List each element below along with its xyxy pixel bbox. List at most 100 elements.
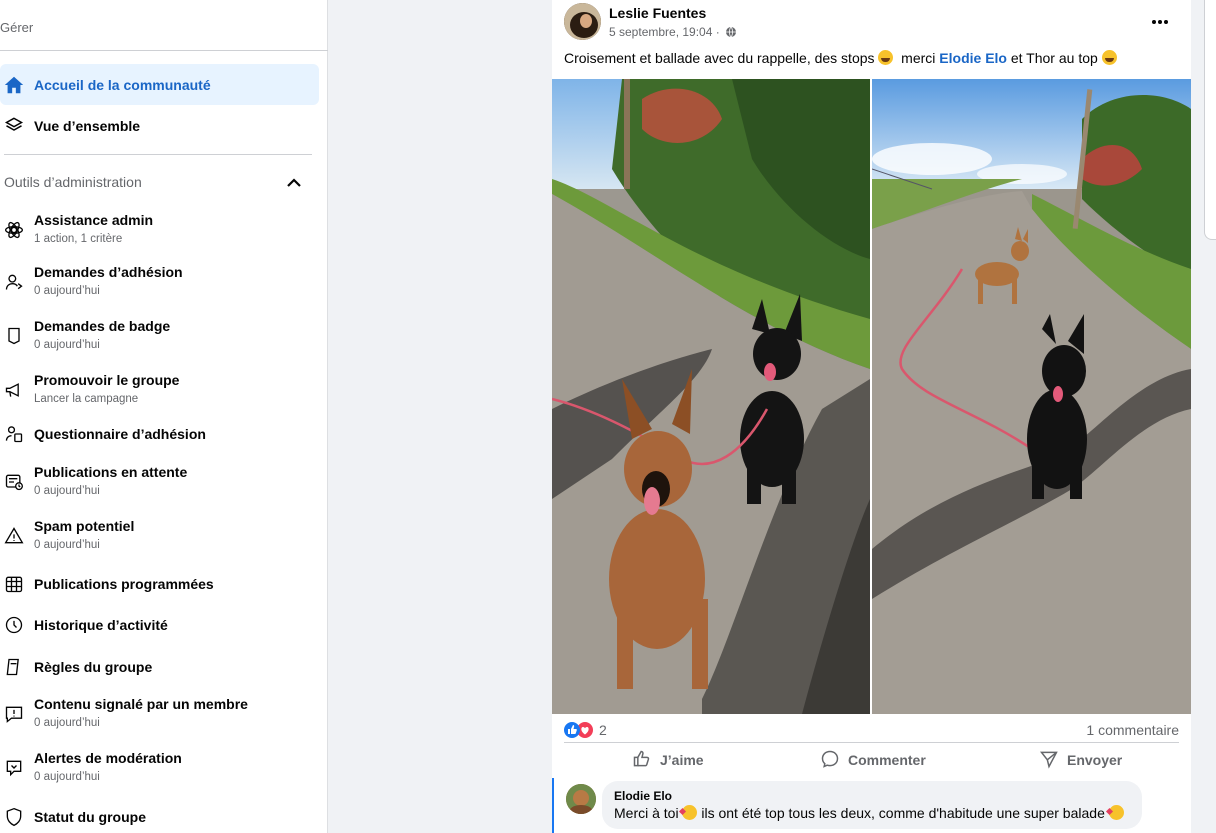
smiling-hearts-emoji-icon (1108, 805, 1124, 820)
send-icon (1039, 749, 1067, 772)
member-request-icon (0, 268, 28, 296)
author-avatar[interactable] (564, 3, 601, 40)
sidebar-item-group-status[interactable]: Statut du groupe (0, 803, 320, 831)
post-text-part: merci (893, 50, 940, 66)
post-date-text: 5 septembre, 19:04 · (609, 25, 720, 39)
sidebar-header: Gérer (0, 20, 34, 35)
divider (564, 742, 1179, 743)
post-text-part: et Thor au top (1006, 50, 1102, 66)
sidebar-item-subtext: 0 aujourd’hui (34, 771, 100, 783)
comments-count-link[interactable]: 1 commentaire (1086, 722, 1179, 738)
sidebar-item-label: Contenu signalé par un membre (34, 696, 248, 712)
smiling-hearts-emoji-icon (682, 805, 698, 820)
post-text-part: Croisement et ballade avec du rappelle, … (564, 50, 879, 66)
globe-icon (725, 26, 737, 41)
sidebar-item-subtext: 0 aujourd’hui (34, 485, 100, 497)
comment-button-label: Commenter (848, 752, 926, 768)
post-text: Croisement et ballade avec du rappelle, … (564, 49, 1117, 67)
like-reaction-icon (564, 722, 580, 738)
sidebar-item-label: Vue d’ensemble (34, 118, 141, 134)
sidebar-item-membership-questions[interactable]: Questionnaire d’adhésion (0, 420, 320, 448)
sidebar-item-group-rules[interactable]: Règles du groupe (0, 653, 320, 681)
sidebar-item-member-reported-content[interactable]: Contenu signalé par un membre 0 aujourd’h… (0, 694, 320, 734)
post-card: Leslie Fuentes 5 septembre, 19:04 · Croi… (552, 0, 1191, 833)
section-title-admin-tools: Outils d’administration (4, 174, 142, 190)
sidebar-item-label: Accueil de la communauté (34, 77, 211, 93)
sidebar-item-badge-requests[interactable]: Demandes de badge 0 aujourd’hui (0, 316, 320, 356)
rules-icon (0, 653, 28, 681)
reaction-count: 2 (599, 722, 607, 738)
sidebar-item-subtext: 0 aujourd’hui (34, 539, 100, 551)
sidebar-item-label: Alertes de modération (34, 750, 182, 766)
comment-text: Merci à toi ils ont été top tous les deu… (614, 805, 1130, 821)
sidebar-item-label: Règles du groupe (34, 659, 153, 675)
comment-text-part: Merci à toi (614, 805, 683, 821)
warning-icon (0, 522, 28, 550)
grinning-emoji-icon (1101, 50, 1117, 65)
admin-sidebar: Gérer Accueil de la communauté Vue d’ens… (0, 0, 328, 833)
sidebar-item-member-requests[interactable]: Demandes d’adhésion 0 aujourd’hui (0, 262, 320, 302)
sidebar-item-overview[interactable]: Vue d’ensemble (0, 106, 320, 144)
send-button[interactable]: Envoyer (1039, 745, 1122, 775)
reaction-summary[interactable]: 2 (564, 722, 607, 738)
sidebar-item-subtext: 0 aujourd’hui (34, 285, 100, 297)
comment-bubble: Elodie Elo Merci à toi ils ont été top t… (602, 781, 1142, 829)
comment-item: Elodie Elo Merci à toi ils ont été top t… (552, 778, 1191, 833)
sidebar-item-potential-spam[interactable]: Spam potentiel 0 aujourd’hui (0, 516, 320, 556)
sidebar-item-label: Publications en attente (34, 464, 188, 480)
sidebar-item-label: Historique d’activité (34, 617, 168, 633)
report-icon (0, 700, 28, 728)
post-timestamp[interactable]: 5 septembre, 19:04 · (609, 25, 737, 41)
sidebar-item-activity-log[interactable]: Historique d’activité (0, 611, 320, 639)
post-photo-1[interactable] (552, 79, 870, 714)
sidebar-item-label: Promouvoir le groupe (34, 372, 180, 388)
divider (0, 50, 328, 51)
badge-icon (0, 322, 28, 350)
sidebar-item-label: Publications programmées (34, 576, 214, 592)
grinning-emoji-icon (878, 50, 894, 65)
sidebar-item-promote-group[interactable]: Promouvoir le groupe Lancer la campagne (0, 370, 320, 410)
calendar-icon (0, 570, 28, 598)
sidebar-item-community-home[interactable]: Accueil de la communauté (0, 64, 319, 105)
layers-icon (0, 111, 28, 139)
thumbs-up-icon (632, 749, 660, 772)
sidebar-item-label: Assistance admin (34, 212, 154, 228)
post-actions-bar: J’aime Commenter Envoyer (552, 745, 1191, 775)
chevron-up-icon[interactable] (286, 176, 302, 188)
questionnaire-icon (0, 420, 28, 448)
post-author-name[interactable]: Leslie Fuentes (609, 5, 706, 21)
like-button[interactable]: J’aime (632, 745, 704, 775)
sidebar-item-admin-assist[interactable]: Assistance admin 1 action, 1 critère (0, 210, 320, 250)
pending-posts-icon (0, 468, 28, 496)
sidebar-item-pending-posts[interactable]: Publications en attente 0 aujourd’hui (0, 462, 320, 502)
comment-text-part: ils ont été top tous les deux, comme d'h… (697, 805, 1109, 821)
sidebar-item-subtext: Lancer la campagne (34, 393, 139, 405)
comment-bubble-icon (820, 749, 848, 772)
sidebar-item-moderation-alerts[interactable]: Alertes de modération 0 aujourd’hui (0, 748, 320, 788)
shield-icon (0, 803, 28, 831)
sidebar-item-label: Demandes d’adhésion (34, 264, 183, 280)
commenter-avatar[interactable] (566, 784, 596, 814)
commenter-name[interactable]: Elodie Elo (614, 789, 1130, 803)
sidebar-item-scheduled-posts[interactable]: Publications programmées (0, 570, 320, 598)
sidebar-item-label: Spam potentiel (34, 518, 135, 534)
sidebar-item-subtext: 0 aujourd’hui (34, 339, 100, 351)
admin-assist-icon (0, 216, 28, 244)
clock-icon (0, 611, 28, 639)
sidebar-item-subtext: 0 aujourd’hui (34, 717, 100, 729)
divider (4, 154, 312, 155)
home-icon (0, 71, 28, 99)
mention-link[interactable]: Elodie Elo (939, 50, 1007, 66)
sidebar-item-label: Demandes de badge (34, 318, 171, 334)
like-button-label: J’aime (660, 752, 704, 768)
megaphone-icon (0, 376, 28, 404)
more-options-icon[interactable] (1148, 12, 1172, 32)
send-button-label: Envoyer (1067, 752, 1123, 768)
post-photo-2[interactable] (872, 79, 1191, 714)
right-panel-edge (1204, 0, 1216, 240)
sidebar-item-subtext: 1 action, 1 critère (34, 233, 123, 245)
sidebar-item-label: Questionnaire d’adhésion (34, 426, 206, 442)
moderation-alert-icon (0, 754, 28, 782)
sidebar-item-label: Statut du groupe (34, 809, 146, 825)
comment-button[interactable]: Commenter (820, 745, 926, 775)
